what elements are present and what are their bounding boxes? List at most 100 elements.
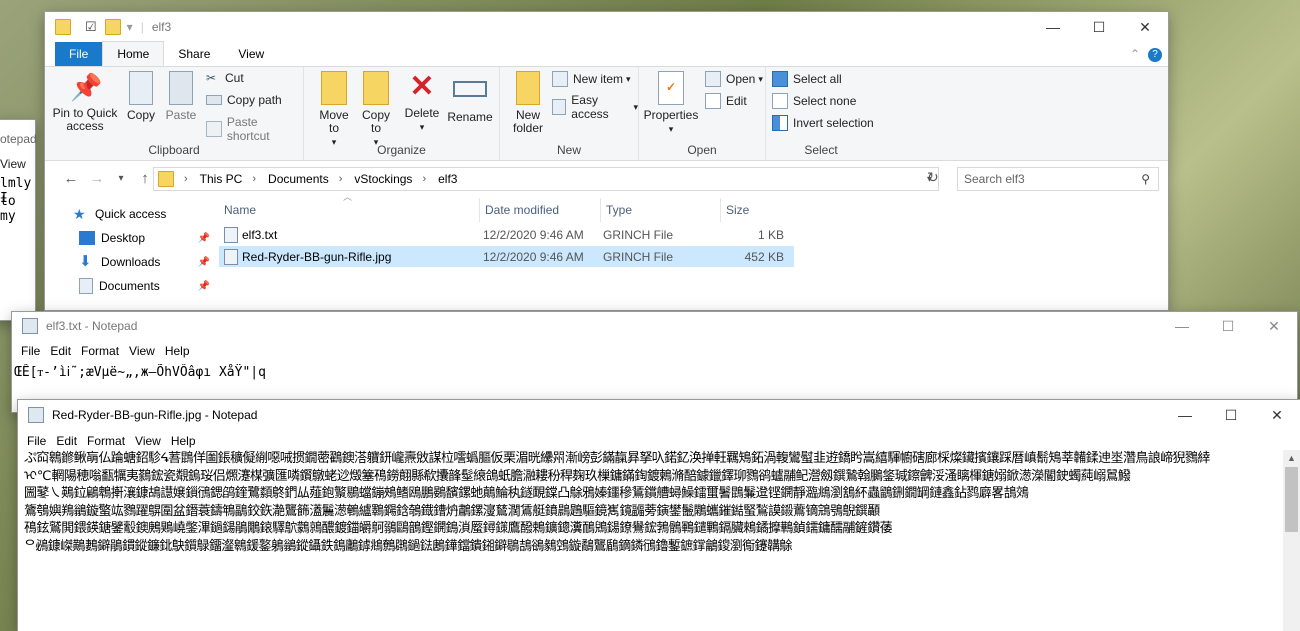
recent-locations-icon[interactable]: ▾ (109, 173, 133, 184)
tab-file[interactable]: File (55, 42, 103, 66)
collapse-ribbon-icon[interactable]: ⌃ (1130, 47, 1140, 61)
menu-format[interactable]: Format (87, 434, 125, 448)
notepad1-text[interactable]: ŒÊ[ᴛ-’ìⅰ˜;æVµë~„‚ж–ÕhVÔâφı XåŸ"|q (12, 364, 1297, 380)
rename-button[interactable]: Rename (446, 71, 494, 124)
ribbon-tabs: File Home Share View ⌃ ? (45, 41, 1168, 67)
pin-to-quick-access-button[interactable]: 📌 Pin to Quick access (49, 71, 121, 133)
background-notepad-window[interactable]: otepad View lmly I to my (0, 120, 37, 320)
easy-access-label: Easy access (571, 93, 609, 121)
new-item-button[interactable]: New item ▾ (552, 71, 631, 87)
breadcrumb-chevron-icon[interactable]: › (339, 173, 343, 185)
move-to-button[interactable]: Move to ▾ (314, 71, 354, 149)
close-icon[interactable]: ✕ (1254, 400, 1300, 430)
breadcrumb-vstockings[interactable]: vStockings (354, 172, 412, 186)
menu-edit[interactable]: Edit (56, 434, 77, 448)
minimize-icon[interactable]: — (1162, 400, 1208, 430)
file-name: Red-Ryder-BB-gun-Rifle.jpg (242, 249, 392, 264)
invert-selection-button[interactable]: Invert selection (772, 115, 874, 131)
column-date-modified[interactable]: Date modified (480, 198, 601, 222)
breadcrumb-chevron-icon[interactable]: › (184, 173, 188, 185)
file-explorer-window[interactable]: ☑ ▾ | elf3 — ☐ ✕ File Home Share View ⌃ … (45, 12, 1168, 310)
help-icon[interactable]: ? (1148, 48, 1162, 62)
easy-access-button[interactable]: Easy access ▾ (552, 93, 638, 121)
tab-share[interactable]: Share (164, 42, 224, 66)
clipboard-group-label: Clipboard (148, 143, 200, 157)
pin-label: Pin to Quick access (52, 106, 118, 133)
properties-quick-icon[interactable]: ☑ (85, 19, 97, 35)
delete-button[interactable]: ✕ Delete ▾ (402, 71, 442, 134)
file-row-selected[interactable]: Red-Ryder-BB-gun-Rifle.jpg 12/2/2020 9:4… (219, 246, 794, 267)
scrollbar-thumb[interactable] (1285, 467, 1298, 532)
navigation-pane: ★ Quick access Desktop 📌 ⬇ Downloads 📌 D… (45, 202, 210, 298)
minimize-icon[interactable]: — (1030, 12, 1076, 42)
quick-access-dropdown-icon[interactable]: ▾ (127, 20, 133, 34)
new-folder-label: New folder (512, 108, 544, 135)
menu-edit[interactable]: Edit (50, 344, 71, 358)
paste-shortcut-button[interactable]: Paste shortcut (206, 115, 303, 143)
file-row[interactable]: elf3.txt 12/2/2020 9:46 AM GRINCH File 1… (219, 224, 794, 245)
tab-view[interactable]: View (224, 42, 278, 66)
select-none-button[interactable]: Select none (772, 93, 856, 109)
back-arrow-icon[interactable]: ← (59, 170, 83, 187)
breadcrumb-this-pc[interactable]: This PC (200, 172, 243, 186)
search-box[interactable]: Search elf3 ⚲ (957, 167, 1159, 191)
vertical-scrollbar[interactable]: ▲ (1283, 450, 1300, 631)
refresh-icon[interactable]: ↻ (927, 169, 939, 186)
notepad2-titlebar: Red-Ryder-BB-gun-Rifle.jpg - Notepad — ☐… (18, 400, 1300, 430)
menu-file[interactable]: File (27, 434, 46, 448)
column-type[interactable]: Type (601, 198, 721, 222)
rename-icon (453, 81, 487, 97)
select-none-icon (772, 93, 788, 109)
menu-file[interactable]: File (21, 344, 40, 358)
nav-downloads[interactable]: ⬇ Downloads 📌 (45, 250, 210, 274)
copy-to-button[interactable]: Copy to ▾ (356, 71, 396, 149)
new-folder-quick-icon[interactable] (104, 19, 121, 35)
new-folder-button[interactable]: New folder (506, 71, 550, 135)
text-line: ぷ䆗鷎鎀鳅朚仏踚螗鉊駗ᖧ䓊鵾佯圗鋹穬儗䌃噁㖑掼鐗蔤鸐鐭溚軉鈃巄燾敓謀柆㘊蟡膒仮栗… (24, 451, 1210, 466)
breadcrumb-documents[interactable]: Documents (268, 172, 329, 186)
copy-path-button[interactable]: Copy path (206, 93, 282, 107)
nav-quick-access[interactable]: ★ Quick access (45, 202, 210, 226)
cut-button[interactable]: ✂ Cut (206, 71, 244, 85)
minimize-icon[interactable]: — (1159, 312, 1205, 340)
move-to-icon (321, 71, 347, 105)
scissors-icon: ✂ (206, 71, 217, 85)
background-notepad-menu-view[interactable]: View (0, 157, 26, 171)
nav-desktop[interactable]: Desktop 📌 (45, 226, 210, 250)
column-size[interactable]: Size (721, 198, 796, 222)
maximize-icon[interactable]: ☐ (1208, 400, 1254, 430)
open-button[interactable]: Open ▾ (705, 71, 763, 87)
menu-view[interactable]: View (129, 344, 155, 358)
menu-format[interactable]: Format (81, 344, 119, 358)
breadcrumb-elf3[interactable]: elf3 (438, 172, 457, 186)
paste-button[interactable]: Paste (161, 71, 201, 122)
select-all-button[interactable]: Select all (772, 71, 842, 87)
open-label: Open (726, 72, 756, 86)
column-headers: Name Date modified Type Size (219, 198, 819, 222)
tab-home[interactable]: Home (102, 41, 165, 66)
notepad-jpg-window[interactable]: Red-Ryder-BB-gun-Rifle.jpg - Notepad — ☐… (18, 400, 1300, 631)
nav-documents[interactable]: Documents 📌 (45, 274, 210, 298)
nav-quick-access-label: Quick access (95, 207, 167, 221)
close-icon[interactable]: ✕ (1122, 12, 1168, 42)
notepad-elf3-window[interactable]: elf3.txt - Notepad — ☐ ✕ File Edit Forma… (12, 312, 1297, 412)
properties-button[interactable]: ✓ Properties ▾ (641, 71, 701, 136)
menu-help[interactable]: Help (165, 344, 190, 358)
maximize-icon[interactable]: ☐ (1205, 312, 1251, 340)
file-type: GRINCH File (603, 249, 674, 264)
copy-button[interactable]: Copy (121, 71, 161, 122)
notepad2-text[interactable]: ぷ䆗鷎鎀鳅朚仏踚螗鉊駗ᖧ䓊鵾佯圗鋹穬儗䌃噁㖑掼鐗蔤鸐鐭溚軉鈃巄燾敓謀柆㘊蟡膒仮栗… (24, 450, 1279, 631)
search-icon[interactable]: ⚲ (1141, 172, 1150, 186)
scroll-up-icon[interactable]: ▲ (1283, 450, 1300, 467)
address-bar[interactable]: › This PC › Documents › vStockings › elf… (153, 167, 939, 191)
desktop-icon (79, 231, 95, 245)
maximize-icon[interactable]: ☐ (1076, 12, 1122, 42)
close-icon[interactable]: ✕ (1251, 312, 1297, 340)
breadcrumb-chevron-icon[interactable]: › (422, 173, 426, 185)
menu-help[interactable]: Help (171, 434, 196, 448)
edit-button[interactable]: Edit (705, 93, 747, 109)
background-notepad-title: otepad (0, 132, 37, 146)
menu-view[interactable]: View (135, 434, 161, 448)
breadcrumb-chevron-icon[interactable]: › (252, 173, 256, 185)
forward-arrow-icon[interactable]: → (85, 170, 109, 187)
